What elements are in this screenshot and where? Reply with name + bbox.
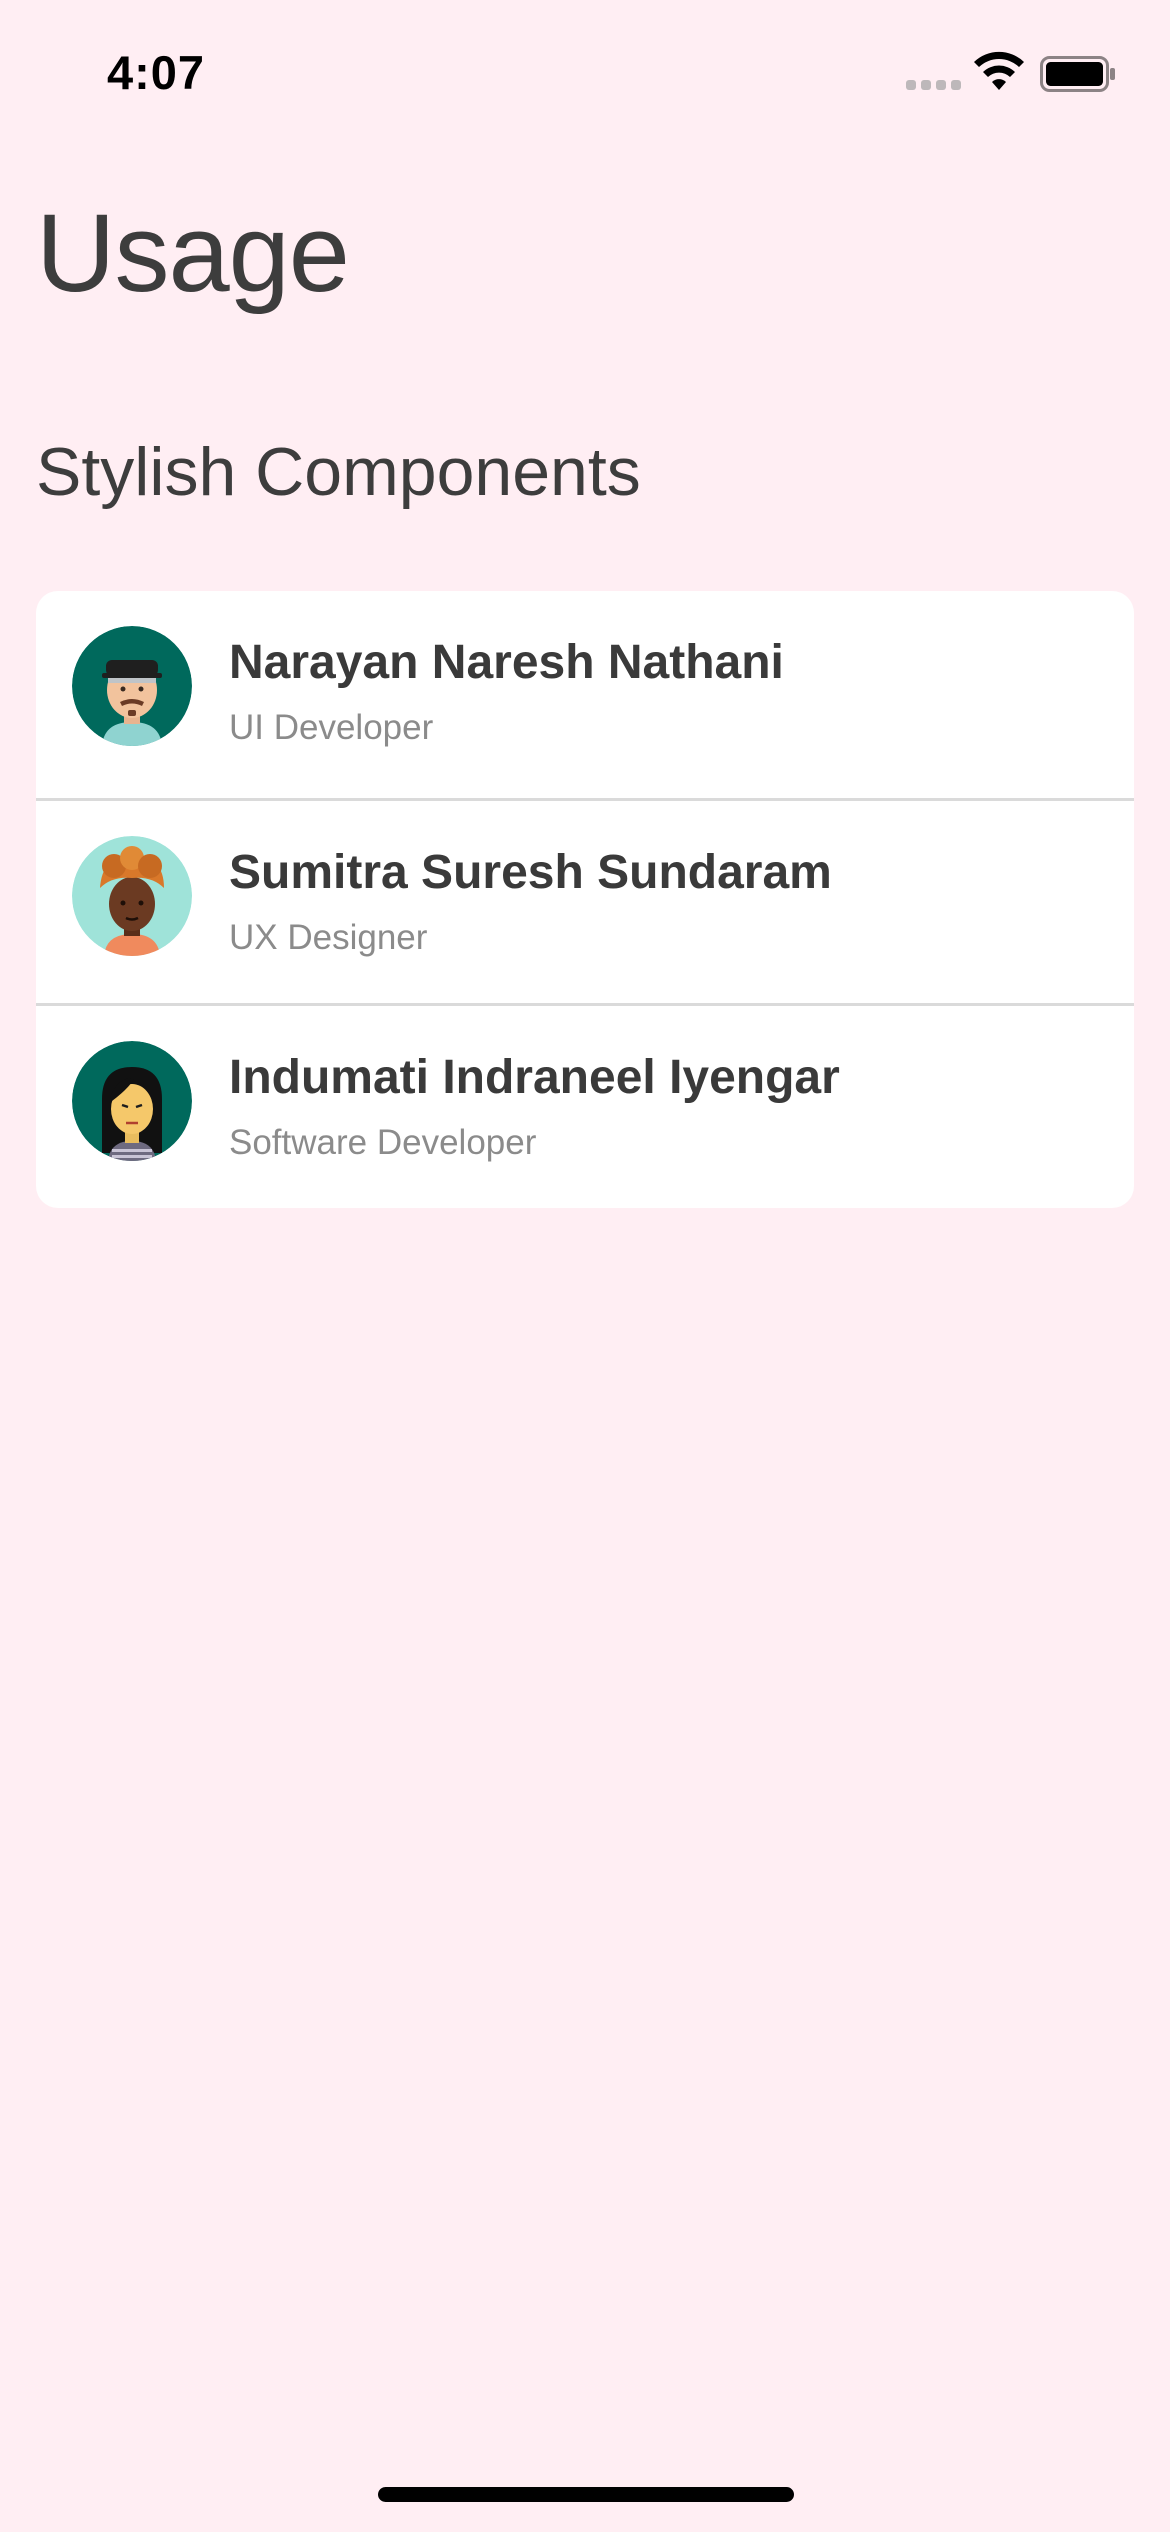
status-time: 4:07 bbox=[107, 46, 206, 99]
list-item[interactable]: Indumati Indraneel Iyengar Software Deve… bbox=[36, 1003, 1134, 1208]
list-item[interactable]: Narayan Naresh Nathani UI Developer bbox=[36, 591, 1134, 798]
list-item-name: Indumati Indraneel Iyengar bbox=[229, 1051, 840, 1104]
list-item-name: Sumitra Suresh Sundaram bbox=[229, 846, 832, 899]
list-item-role: UI Developer bbox=[229, 708, 434, 747]
battery-icon bbox=[1040, 56, 1115, 92]
section-title: Stylish Components bbox=[36, 434, 641, 510]
list-item-role: Software Developer bbox=[229, 1123, 537, 1162]
avatar bbox=[72, 626, 192, 746]
list-item-role: UX Designer bbox=[229, 918, 428, 957]
avatar bbox=[72, 836, 192, 956]
home-indicator[interactable] bbox=[378, 2487, 794, 2502]
page-title: Usage bbox=[36, 192, 350, 315]
avatar-woman-turban-icon bbox=[72, 836, 192, 956]
list-item-name: Narayan Naresh Nathani bbox=[229, 636, 784, 689]
wifi-icon bbox=[974, 51, 1024, 90]
avatar bbox=[72, 1041, 192, 1161]
avatar-man-cap-icon bbox=[72, 626, 192, 746]
contact-list: Narayan Naresh Nathani UI Developer Sumi… bbox=[36, 591, 1134, 1208]
avatar-woman-black-hair-icon bbox=[72, 1041, 192, 1161]
screen: 4:07 Usage Stylish Components Narayan Na… bbox=[0, 0, 1170, 2532]
cellular-signal-icon bbox=[906, 80, 961, 90]
list-item[interactable]: Sumitra Suresh Sundaram UX Designer bbox=[36, 798, 1134, 1003]
